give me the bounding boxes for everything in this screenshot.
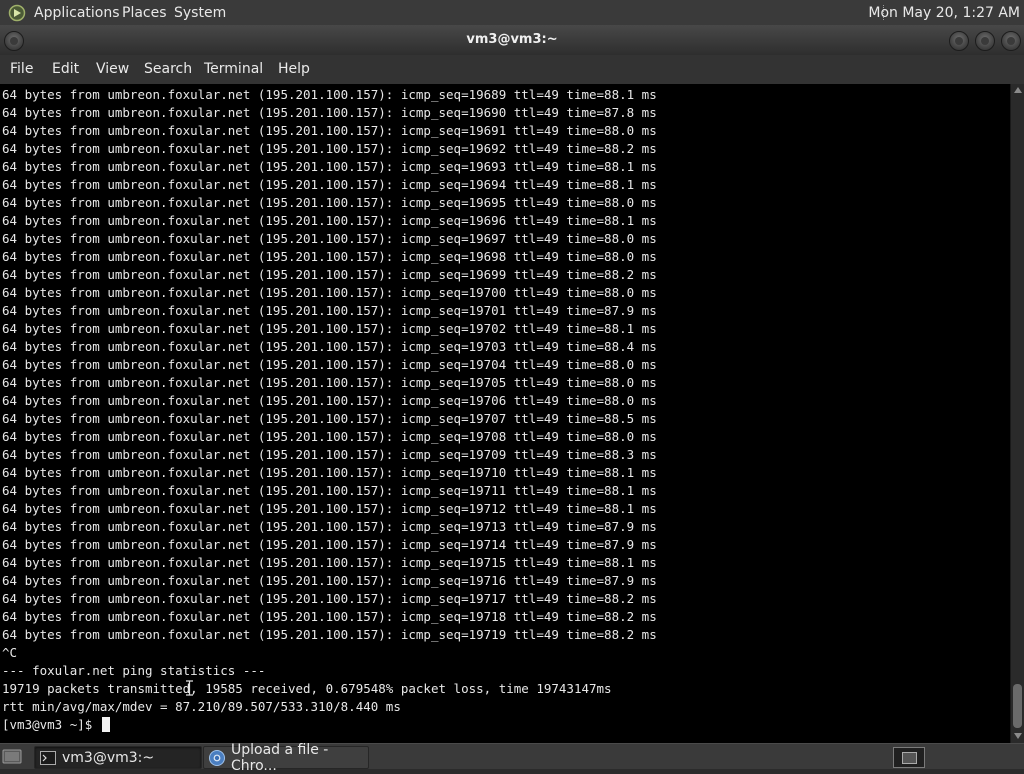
scrollbar-thumb[interactable] [1013, 684, 1022, 728]
terminal-line: 64 bytes from umbreon.foxular.net (195.2… [2, 357, 657, 372]
applications-menu[interactable]: Applications [34, 0, 120, 25]
window-title: vm3@vm3:~ [466, 32, 558, 47]
scroll-down-arrow-icon[interactable] [1014, 733, 1022, 739]
taskbar-item-chrome[interactable]: Upload a file - Chro... [203, 742, 369, 774]
workspace-switcher[interactable] [893, 747, 925, 768]
system-menu[interactable]: System [174, 0, 226, 25]
terminal-line: 64 bytes from umbreon.foxular.net (195.2… [2, 429, 657, 444]
terminal-line: 64 bytes from umbreon.foxular.net (195.2… [2, 339, 657, 354]
menu-search[interactable]: Search [144, 55, 192, 84]
terminal-line: --- foxular.net ping statistics --- [2, 663, 266, 678]
terminal-line: 64 bytes from umbreon.foxular.net (195.2… [2, 123, 657, 138]
menu-view[interactable]: View [96, 55, 129, 84]
terminal-line: 64 bytes from umbreon.foxular.net (195.2… [2, 231, 657, 246]
terminal-line: 64 bytes from umbreon.foxular.net (195.2… [2, 483, 657, 498]
terminal-line: 64 bytes from umbreon.foxular.net (195.2… [2, 393, 657, 408]
shell-prompt-line[interactable]: [vm3@vm3 ~]$ [2, 716, 657, 734]
terminal-line: 64 bytes from umbreon.foxular.net (195.2… [2, 285, 657, 300]
terminal-line: 64 bytes from umbreon.foxular.net (195.2… [2, 195, 657, 210]
terminal-line: 64 bytes from umbreon.foxular.net (195.2… [2, 447, 657, 462]
applications-icon[interactable] [8, 4, 26, 22]
scroll-up-arrow-icon[interactable] [1014, 87, 1022, 93]
text-cursor-icon [186, 680, 193, 696]
terminal-line: 64 bytes from umbreon.foxular.net (195.2… [2, 141, 657, 156]
terminal-line: ^C [2, 645, 18, 660]
menu-terminal[interactable]: Terminal [204, 55, 263, 84]
terminal-line: 64 bytes from umbreon.foxular.net (195.2… [2, 213, 657, 228]
terminal-line: 64 bytes from umbreon.foxular.net (195.2… [2, 87, 657, 102]
menubar: File Edit View Search Terminal Help [0, 55, 1024, 85]
terminal-line: 64 bytes from umbreon.foxular.net (195.2… [2, 573, 657, 588]
terminal-cursor [101, 717, 110, 732]
terminal-line: 19719 packets transmitted, 19585 receive… [2, 681, 612, 696]
minimize-button[interactable] [949, 31, 969, 51]
terminal-line: 64 bytes from umbreon.foxular.net (195.2… [2, 177, 657, 192]
terminal-output[interactable]: 64 bytes from umbreon.foxular.net (195.2… [0, 84, 1010, 743]
terminal-line: 64 bytes from umbreon.foxular.net (195.2… [2, 267, 657, 282]
menu-file[interactable]: File [10, 55, 33, 84]
terminal-line: 64 bytes from umbreon.foxular.net (195.2… [2, 159, 657, 174]
terminal-line: rtt min/avg/max/mdev = 87.210/89.507/533… [2, 699, 401, 714]
terminal-line: 64 bytes from umbreon.foxular.net (195.2… [2, 411, 657, 426]
show-desktop-icon[interactable] [2, 747, 22, 765]
bottom-panel: vm3@vm3:~ Upload a file - Chro... [0, 742, 1024, 774]
terminal-line: 64 bytes from umbreon.foxular.net (195.2… [2, 303, 657, 318]
terminal-icon [40, 750, 56, 765]
window-titlebar[interactable]: vm3@vm3:~ [0, 25, 1024, 55]
taskbar-item-terminal[interactable]: vm3@vm3:~ [34, 746, 202, 769]
terminal-line: 64 bytes from umbreon.foxular.net (195.2… [2, 321, 657, 336]
workspace-window-thumbnail [902, 752, 917, 764]
terminal-scrollbar[interactable] [1010, 84, 1024, 743]
terminal-line: 64 bytes from umbreon.foxular.net (195.2… [2, 627, 657, 642]
places-menu[interactable]: Places [122, 0, 167, 25]
shell-prompt: [vm3@vm3 ~]$ [2, 717, 100, 732]
terminal-line: 64 bytes from umbreon.foxular.net (195.2… [2, 105, 657, 120]
menu-edit[interactable]: Edit [52, 55, 79, 84]
chrome-icon [209, 749, 225, 766]
terminal-line: 64 bytes from umbreon.foxular.net (195.2… [2, 537, 657, 552]
taskbar-item-label: Upload a file - Chro... [231, 741, 329, 774]
maximize-button[interactable] [975, 31, 995, 51]
terminal-line: 64 bytes from umbreon.foxular.net (195.2… [2, 249, 657, 264]
terminal-line: 64 bytes from umbreon.foxular.net (195.2… [2, 591, 657, 606]
terminal-line: 64 bytes from umbreon.foxular.net (195.2… [2, 501, 657, 516]
menu-help[interactable]: Help [278, 55, 310, 84]
close-button[interactable] [1001, 31, 1021, 51]
terminal-line: 64 bytes from umbreon.foxular.net (195.2… [2, 465, 657, 480]
terminal-line: 64 bytes from umbreon.foxular.net (195.2… [2, 555, 657, 570]
terminal-line: 64 bytes from umbreon.foxular.net (195.2… [2, 375, 657, 390]
terminal-line: 64 bytes from umbreon.foxular.net (195.2… [2, 519, 657, 534]
terminal-line: 64 bytes from umbreon.foxular.net (195.2… [2, 609, 657, 624]
taskbar-item-label: vm3@vm3:~ [62, 749, 155, 766]
top-panel: Applications Places System Mon May 20, 1… [0, 0, 1024, 26]
terminal-lines: 64 bytes from umbreon.foxular.net (195.2… [2, 86, 657, 734]
clock[interactable]: Mon May 20, 1:27 AM [868, 0, 1020, 25]
